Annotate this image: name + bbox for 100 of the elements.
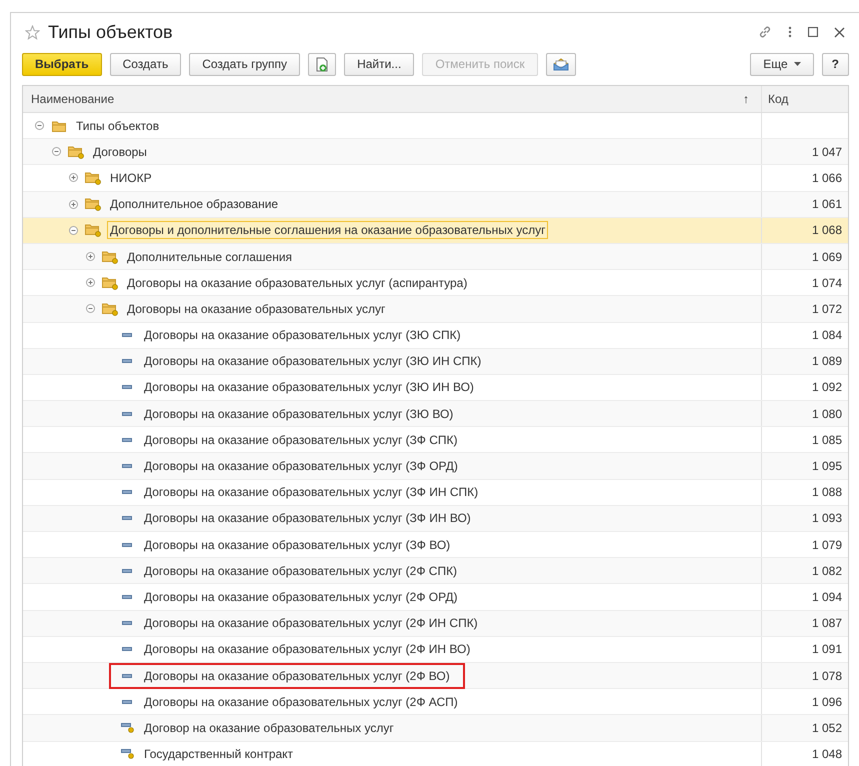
collapse-icon[interactable] [86, 304, 95, 314]
folder-icon [68, 144, 84, 159]
item-icon [122, 647, 132, 652]
code-cell: 1 095 [812, 459, 842, 474]
code-cell: 1 066 [812, 170, 842, 185]
tree-item[interactable]: Договоры на оказание образовательных услуг (ЗЮ ИН СПК) [141, 352, 484, 370]
code-cell: 1 047 [812, 144, 842, 159]
folder-icon [52, 120, 66, 132]
code-cell: 1 080 [812, 406, 842, 421]
tree-item[interactable]: Договоры на оказание образовательных услуг (2Ф АСП) [141, 692, 461, 711]
folder-icon [102, 302, 118, 316]
item-icon [122, 621, 132, 626]
expand-icon[interactable] [86, 278, 95, 288]
code-cell: 1 048 [812, 747, 842, 762]
code-cell: 1 094 [812, 590, 842, 604]
close-icon[interactable] [834, 26, 845, 38]
code-cell: 1 082 [812, 564, 842, 578]
item-icon [122, 594, 132, 599]
collapse-icon[interactable] [69, 226, 78, 235]
help-button[interactable]: ? [822, 52, 849, 76]
toolbar-icon-button[interactable] [308, 52, 336, 76]
tree-item[interactable]: Договоры [90, 142, 150, 161]
item-icon [122, 359, 132, 364]
code-cell: 1 074 [812, 276, 842, 290]
tree-item[interactable]: Дополнительное образование [107, 195, 282, 214]
item-icon [120, 722, 134, 733]
select-button[interactable]: Выбрать [22, 52, 102, 76]
tree-item[interactable]: Договоры и дополнительные соглашения на оказание образовательных услуг [107, 221, 548, 240]
tree-item[interactable]: Договоры на оказание образовательных услуг (ЗЮ ВО) [141, 404, 456, 423]
item-icon [122, 516, 132, 520]
expand-icon[interactable] [69, 200, 78, 209]
column-header[interactable]: Наименование ↑ [23, 86, 761, 112]
toolbar-icon-button[interactable] [546, 52, 576, 76]
expand-icon[interactable] [86, 252, 95, 262]
code-cell: 1 089 [812, 354, 842, 368]
window-title: Типы объектов [48, 22, 173, 42]
folder-icon [102, 250, 118, 264]
code-cell: 1 052 [812, 720, 842, 735]
item-icon [122, 464, 132, 468]
tree-item[interactable]: Государственный контракт [141, 745, 296, 764]
tree-item[interactable]: Дополнительные соглашения [124, 248, 296, 266]
code-cell: 1 069 [812, 250, 842, 264]
item-icon [122, 333, 132, 338]
collapse-icon[interactable] [35, 121, 44, 130]
tree-item[interactable]: Договоры на оказание образовательных услуг (ЗФ СПК) [141, 430, 460, 449]
tree-item[interactable]: Договоры на оказание образовательных услуг (2Ф ВО) [141, 666, 453, 685]
item-icon [122, 542, 132, 547]
link-icon[interactable] [758, 25, 772, 39]
code-cell: 1 087 [812, 616, 842, 630]
document-plus-icon [315, 56, 330, 72]
toolbar-button[interactable]: Создать [110, 52, 182, 76]
item-icon [122, 700, 132, 704]
tree-item[interactable]: Договоры на оказание образовательных услуг [124, 300, 388, 318]
code-cell: 1 068 [812, 223, 842, 238]
code-cell: 1 072 [812, 302, 842, 316]
more-button[interactable]: Еще [750, 52, 814, 76]
collapse-icon[interactable] [52, 147, 61, 156]
code-cell: 1 088 [812, 485, 842, 500]
envelope-icon [552, 58, 569, 70]
caret-icon [794, 62, 801, 66]
code-cell: 1 085 [812, 432, 842, 447]
tree-item[interactable]: Договоры на оказание образовательных услуг (2Ф ИН СПК) [141, 614, 481, 632]
maximize-icon[interactable] [808, 27, 818, 37]
expand-icon[interactable] [69, 173, 78, 182]
tree-item[interactable]: Договоры на оказание образовательных услуг (ЗЮ ИН ВО) [141, 378, 477, 396]
item-icon [122, 568, 132, 573]
tree-item[interactable]: НИОКР [107, 168, 155, 187]
item-icon [122, 412, 132, 416]
item-icon [122, 490, 132, 494]
tree-item[interactable]: Договоры на оказание образовательных услуг (ЗФ ИН СПК) [141, 483, 482, 502]
tree-item[interactable]: Договоры на оказание образовательных услуг (аспирантура) [124, 274, 470, 292]
tree-item[interactable]: Типы объектов [73, 116, 162, 135]
code-cell: 1 091 [812, 642, 842, 656]
tree-item[interactable]: Договоры на оказание образовательных услуг (ЗФ ИН ВО) [141, 509, 474, 528]
toolbar-button[interactable]: Создать группу [189, 52, 300, 76]
item-icon [122, 438, 132, 442]
code-cell: 1 061 [812, 197, 842, 212]
folder-icon [85, 170, 101, 185]
code-cell: 1 078 [812, 668, 842, 683]
tree-item[interactable]: Договоры на оказание образовательных услуг (ЗФ ОРД) [141, 457, 461, 476]
tree-item[interactable]: Договоры на оказание образовательных услуг (2Ф СПК) [141, 562, 460, 580]
code-cell: 1 093 [812, 511, 842, 526]
folder-icon [85, 223, 101, 238]
code-cell: 1 084 [812, 328, 842, 342]
code-cell: 1 092 [812, 380, 842, 394]
folder-icon [85, 197, 101, 212]
tree-item[interactable]: Договоры на оказание образовательных услуг (2Ф ОРД) [141, 588, 460, 606]
tree-item[interactable]: Договоры на оказание образовательных услуг (2Ф ИН ВО) [141, 640, 474, 658]
tree-item[interactable]: Договоры на оказание образовательных услуг (ЗФ ВО) [141, 536, 454, 554]
code-cell: 1 096 [812, 694, 842, 709]
star-icon[interactable] [25, 24, 40, 40]
item-icon [120, 749, 134, 760]
more-icon[interactable] [788, 26, 792, 38]
tree-item[interactable]: Договоры на оказание образовательных услуг (ЗЮ СПК) [141, 326, 464, 344]
folder-icon [102, 276, 118, 290]
item-icon [122, 385, 132, 390]
toolbar-button[interactable]: Найти... [344, 52, 414, 76]
item-icon [122, 674, 132, 678]
column-header[interactable]: Код [761, 86, 848, 112]
tree-item[interactable]: Договор на оказание образовательных услуг [141, 718, 397, 737]
